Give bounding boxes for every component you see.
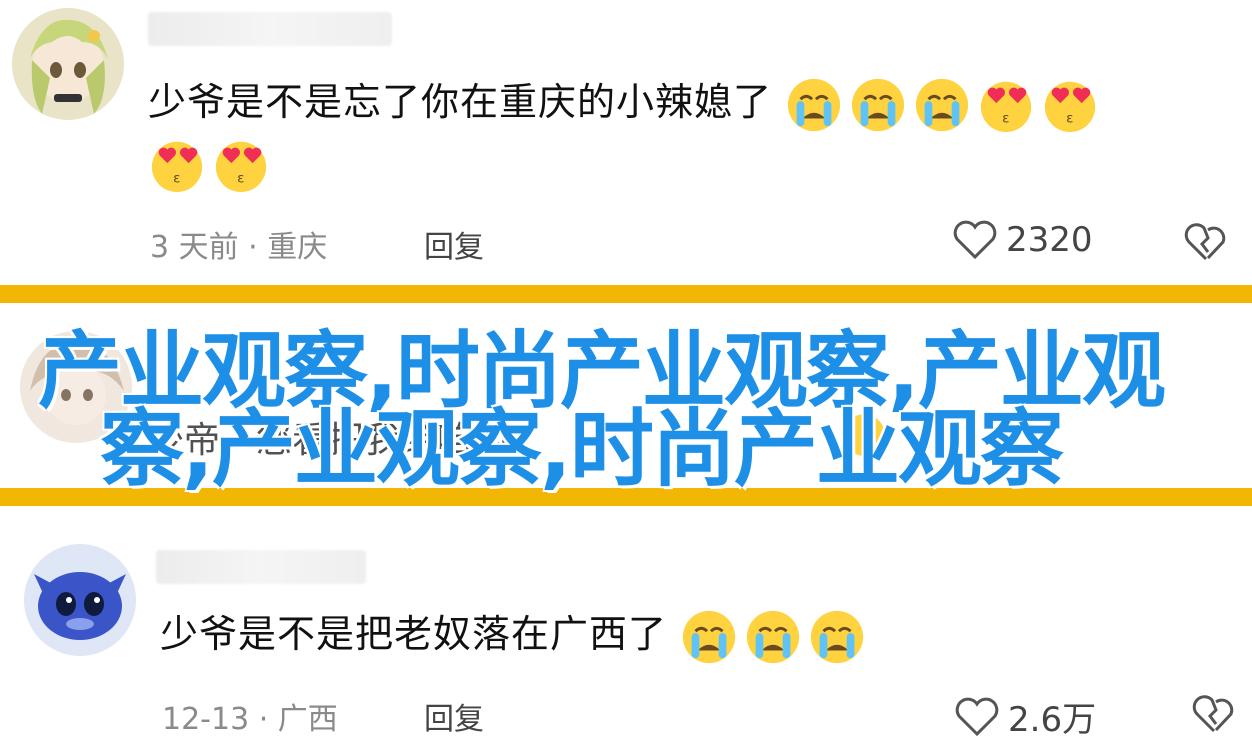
svg-text:ε: ε bbox=[1002, 110, 1010, 126]
heart-outline-icon bbox=[955, 697, 999, 736]
comment-text: 少爷是不是把老奴落在广西了 bbox=[160, 602, 866, 666]
emoji-row-2: ε ε bbox=[148, 136, 270, 194]
heart-eyes-face-icon: ε bbox=[980, 81, 1032, 132]
reply-button[interactable]: 回复 bbox=[424, 694, 484, 738]
broken-heart-icon bbox=[1184, 223, 1226, 261]
avatar[interactable] bbox=[24, 544, 136, 656]
banner-stripe-top bbox=[0, 285, 1252, 303]
comment-meta: 12-13 · 广西 bbox=[162, 702, 338, 737]
crying-face-icon bbox=[916, 78, 969, 131]
dislike-button[interactable] bbox=[1192, 694, 1236, 738]
dislike-button[interactable] bbox=[1184, 222, 1228, 266]
username-blurred[interactable] bbox=[148, 12, 392, 46]
svg-text:ε: ε bbox=[1066, 110, 1074, 126]
broken-heart-icon bbox=[1192, 695, 1234, 733]
comment-item-3: 少爷是不是把老奴落在广西了 12-13 · 广西 回复 2.6万 bbox=[0, 506, 1252, 752]
crying-face-icon bbox=[852, 78, 905, 131]
crying-face-icon bbox=[788, 78, 841, 131]
crying-face-icon bbox=[683, 610, 736, 663]
heart-outline-icon bbox=[953, 220, 997, 260]
comment-item-1: 少爷是不是忘了你在重庆的小辣媳了 ε ε ε ε 3 天前 · 重庆 回复 23… bbox=[0, 0, 1252, 285]
avatar[interactable] bbox=[12, 8, 124, 120]
emoji-row bbox=[680, 608, 866, 666]
like-count: 2.6万 bbox=[1008, 700, 1097, 740]
heart-eyes-face-icon: ε bbox=[151, 141, 203, 193]
reply-button[interactable]: 回复 bbox=[424, 222, 484, 266]
heart-eyes-face-icon: ε bbox=[215, 141, 267, 193]
heart-eyes-face-icon: ε bbox=[1044, 81, 1096, 132]
like-button[interactable]: 2.6万 bbox=[954, 692, 1096, 741]
emoji-row: ε ε bbox=[785, 76, 1099, 134]
svg-text:ε: ε bbox=[237, 170, 244, 186]
crying-face-icon bbox=[747, 610, 800, 663]
like-button[interactable]: 2320 bbox=[952, 220, 1093, 260]
svg-text:ε: ε bbox=[173, 170, 180, 186]
like-count: 2320 bbox=[1006, 220, 1093, 260]
banner-line-2: 察,产业观察,时尚产业观察 bbox=[100, 400, 1064, 498]
comment-text: 少爷是不是忘了你在重庆的小辣媳了 ε ε bbox=[148, 70, 1099, 134]
crying-face-icon bbox=[811, 610, 864, 663]
comment-meta: 3 天前 · 重庆 bbox=[150, 230, 328, 265]
username-blurred[interactable] bbox=[156, 550, 366, 584]
